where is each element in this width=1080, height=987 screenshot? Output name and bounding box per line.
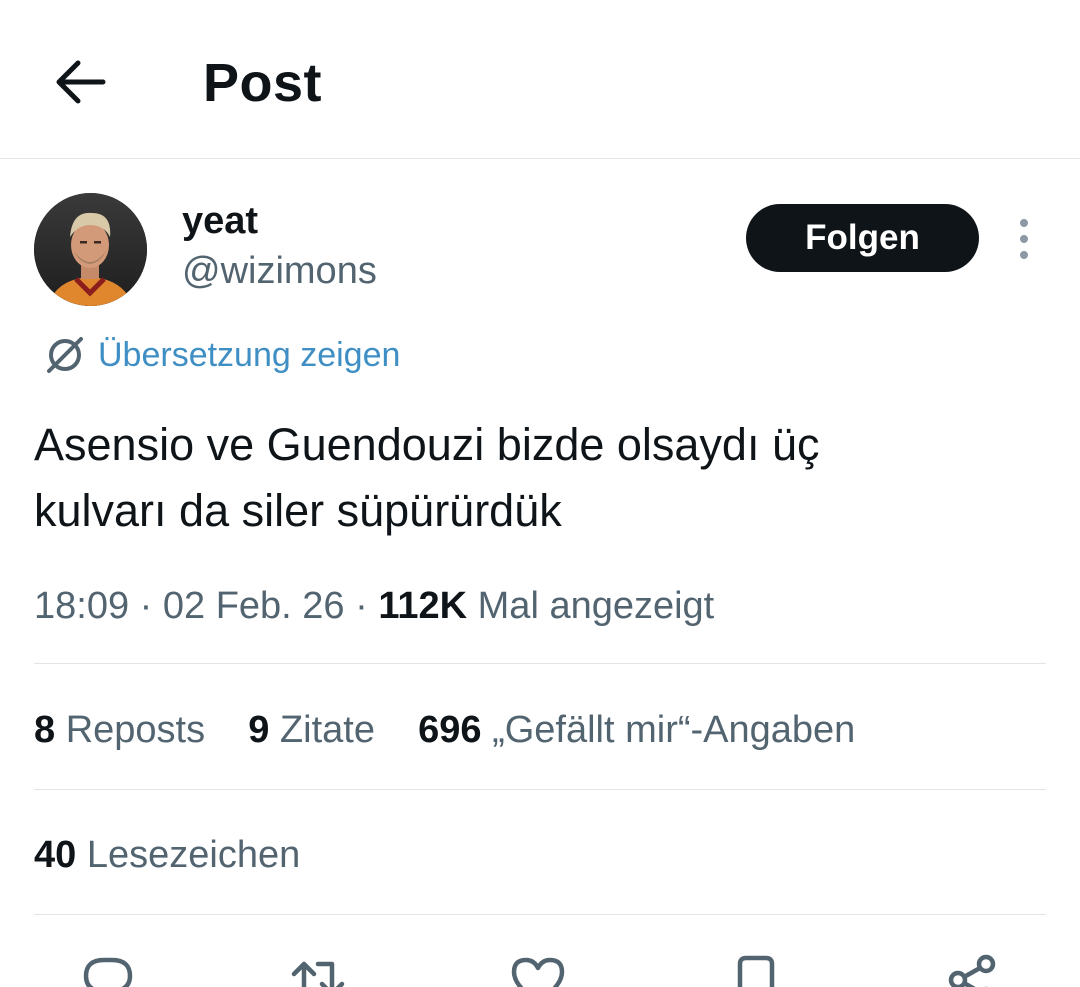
avatar-image — [34, 193, 147, 306]
quotes-count: 9 — [248, 709, 270, 751]
likes-stat[interactable]: 696 „Gefällt mir“-Angaben — [418, 709, 855, 751]
quotes-stat[interactable]: 9 Zitate — [248, 709, 375, 751]
reposts-label: Reposts — [55, 709, 206, 751]
divider — [34, 789, 1046, 790]
meta-separator: · — [129, 585, 163, 627]
avatar[interactable] — [34, 193, 147, 306]
top-bar: Post — [0, 0, 1080, 159]
reposts-stat[interactable]: 8 Reposts — [34, 709, 205, 751]
share-icon — [948, 954, 996, 987]
divider — [34, 914, 1046, 915]
more-vertical-icon — [1020, 219, 1028, 259]
bookmarks-stat[interactable]: 40 Lesezeichen — [34, 829, 300, 881]
action-bar — [0, 940, 1080, 987]
post-date[interactable]: 02 Feb. 26 — [163, 585, 345, 627]
likes-label: „Gefällt mir“-Angaben — [481, 709, 856, 751]
post-time[interactable]: 18:09 — [34, 585, 129, 627]
page-title: Post — [203, 53, 323, 113]
reply-button[interactable] — [78, 950, 138, 987]
show-translation-label: Übersetzung zeigen — [98, 336, 401, 374]
bookmark-icon — [737, 955, 775, 987]
like-icon — [511, 957, 565, 987]
engagement-stats: 8 Reposts 9 Zitate 696 „Gefällt mir“-Ang… — [34, 704, 855, 756]
display-name[interactable]: yeat — [182, 198, 258, 244]
reply-icon — [83, 957, 133, 987]
back-button[interactable] — [40, 44, 120, 120]
user-handle[interactable]: @wizimons — [182, 248, 377, 294]
view-count-label: Mal angezeigt — [467, 585, 715, 627]
translate-icon — [47, 337, 83, 373]
arrow-left-icon — [56, 60, 106, 104]
quotes-label: Zitate — [269, 709, 375, 751]
post-text-line-1: Asensio ve Guendouzi bizde olsaydı üç — [34, 419, 820, 470]
follow-button[interactable]: Folgen — [746, 204, 979, 272]
post-page: Post yeat @wizimons Folgen Übersetzung z… — [0, 0, 1080, 987]
more-options-button[interactable] — [1006, 214, 1042, 264]
view-count: 112K — [378, 585, 468, 627]
share-button[interactable] — [944, 950, 1004, 987]
divider — [34, 663, 1046, 664]
post-meta: 18:09 · 02 Feb. 26 · 112K Mal angezeigt — [34, 580, 714, 632]
bookmark-button[interactable] — [726, 950, 786, 987]
bookmarks-count: 40 — [34, 834, 77, 876]
post-text-line-2: kulvarı da siler süpürürdük — [34, 485, 562, 536]
reposts-count: 8 — [34, 709, 56, 751]
show-translation-link[interactable]: Übersetzung zeigen — [44, 332, 400, 378]
like-button[interactable] — [508, 950, 568, 987]
meta-separator: · — [344, 585, 379, 627]
repost-button[interactable] — [288, 950, 348, 987]
likes-count: 696 — [418, 709, 482, 751]
bookmarks-label: Lesezeichen — [76, 834, 301, 876]
repost-icon — [291, 961, 345, 987]
post-text: Asensio ve Guendouzi bizde olsaydı üç ku… — [34, 412, 1044, 544]
